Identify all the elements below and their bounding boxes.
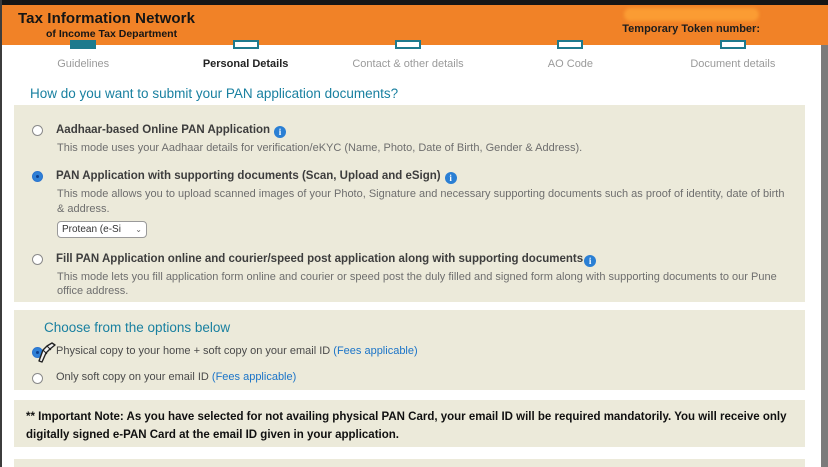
option-label: PAN Application with supporting document… [56, 170, 441, 183]
option-description: This mode allows you to upload scanned i… [57, 188, 785, 215]
important-note-panel: ** Important Note: As you have selected … [14, 400, 805, 447]
option-label: Fill PAN Application online and courier/… [56, 252, 584, 265]
option-aadhaar-ekyc: Aadhaar-based Online PAN Application Thi… [30, 123, 789, 155]
fees-applicable-link[interactable]: (Fees applicable) [333, 345, 417, 357]
browser-viewport: Tax Information Network of Income Tax De… [0, 0, 828, 467]
delivery-options-panel: Choose from the options below Physical c… [14, 310, 805, 390]
step-marker-icon [232, 40, 259, 49]
radio-physical-and-soft-copy[interactable] [32, 347, 43, 358]
info-icon[interactable] [444, 172, 457, 185]
option-soft-copy-only: Only soft copy on your email ID (Fees ap… [30, 371, 789, 384]
option-scan-upload-esign: PAN Application with supporting document… [30, 169, 789, 238]
option-description: This mode uses your Aadhaar details for … [57, 142, 583, 154]
radio-courier-post[interactable] [32, 253, 43, 265]
scrollbar[interactable] [821, 45, 828, 467]
delivery-heading: Choose from the options below [44, 320, 231, 335]
step-marker-icon [557, 40, 584, 49]
radio-aadhaar-ekyc[interactable] [32, 125, 43, 136]
info-icon[interactable] [274, 126, 287, 138]
step-ao-code[interactable]: AO Code [489, 40, 651, 80]
chevron-down-icon: ⌄ [135, 224, 142, 234]
step-marker-icon [395, 40, 422, 49]
option-label: Aadhaar-based Online PAN Application [56, 124, 271, 136]
token-area: Temporary Token number: [622, 8, 760, 35]
site-title: Tax Information Network [18, 10, 196, 27]
esign-provider-select[interactable]: Protean (e-Si ⌄ [57, 220, 147, 238]
important-note-text: ** Important Note: As you have selected … [26, 411, 787, 441]
site-header: Tax Information Network of Income Tax De… [2, 5, 828, 45]
site-subtitle: of Income Tax Department [46, 28, 178, 40]
info-icon[interactable] [584, 254, 597, 267]
step-personal-details[interactable]: Personal Details [164, 40, 326, 80]
submit-options-panel: Aadhaar-based Online PAN Application Thi… [14, 105, 805, 326]
delivery-option-label: Physical copy to your home + soft copy o… [56, 345, 334, 357]
step-guidelines[interactable]: Guidelines [2, 40, 164, 80]
radio-soft-copy-only[interactable] [32, 373, 43, 384]
step-contact-details[interactable]: Contact & other details [327, 40, 489, 80]
step-document-details[interactable]: Document details [652, 40, 814, 80]
left-edge-bar [0, 0, 2, 467]
esign-provider-value: Protean (e-Si [62, 223, 121, 235]
next-panel-edge [14, 459, 805, 467]
step-marker-icon [719, 40, 746, 49]
step-marker-icon [70, 40, 97, 49]
token-redaction [623, 8, 759, 21]
fees-applicable-link[interactable]: (Fees applicable) [212, 371, 296, 383]
token-label: Temporary Token number: [622, 23, 760, 35]
option-courier-post: Fill PAN Application online and courier/… [30, 252, 789, 299]
delivery-option-label: Only soft copy on your email ID [56, 371, 212, 383]
option-description: This mode lets you fill application form… [57, 270, 777, 298]
option-physical-and-soft-copy: Physical copy to your home + soft copy o… [30, 342, 789, 363]
radio-scan-upload-esign[interactable] [32, 171, 43, 183]
progress-stepper: Guidelines Personal Details Contact & ot… [2, 40, 814, 80]
site-logo: Tax Information Network of Income Tax De… [18, 10, 195, 40]
page-question: How do you want to submit your PAN appli… [30, 86, 399, 101]
